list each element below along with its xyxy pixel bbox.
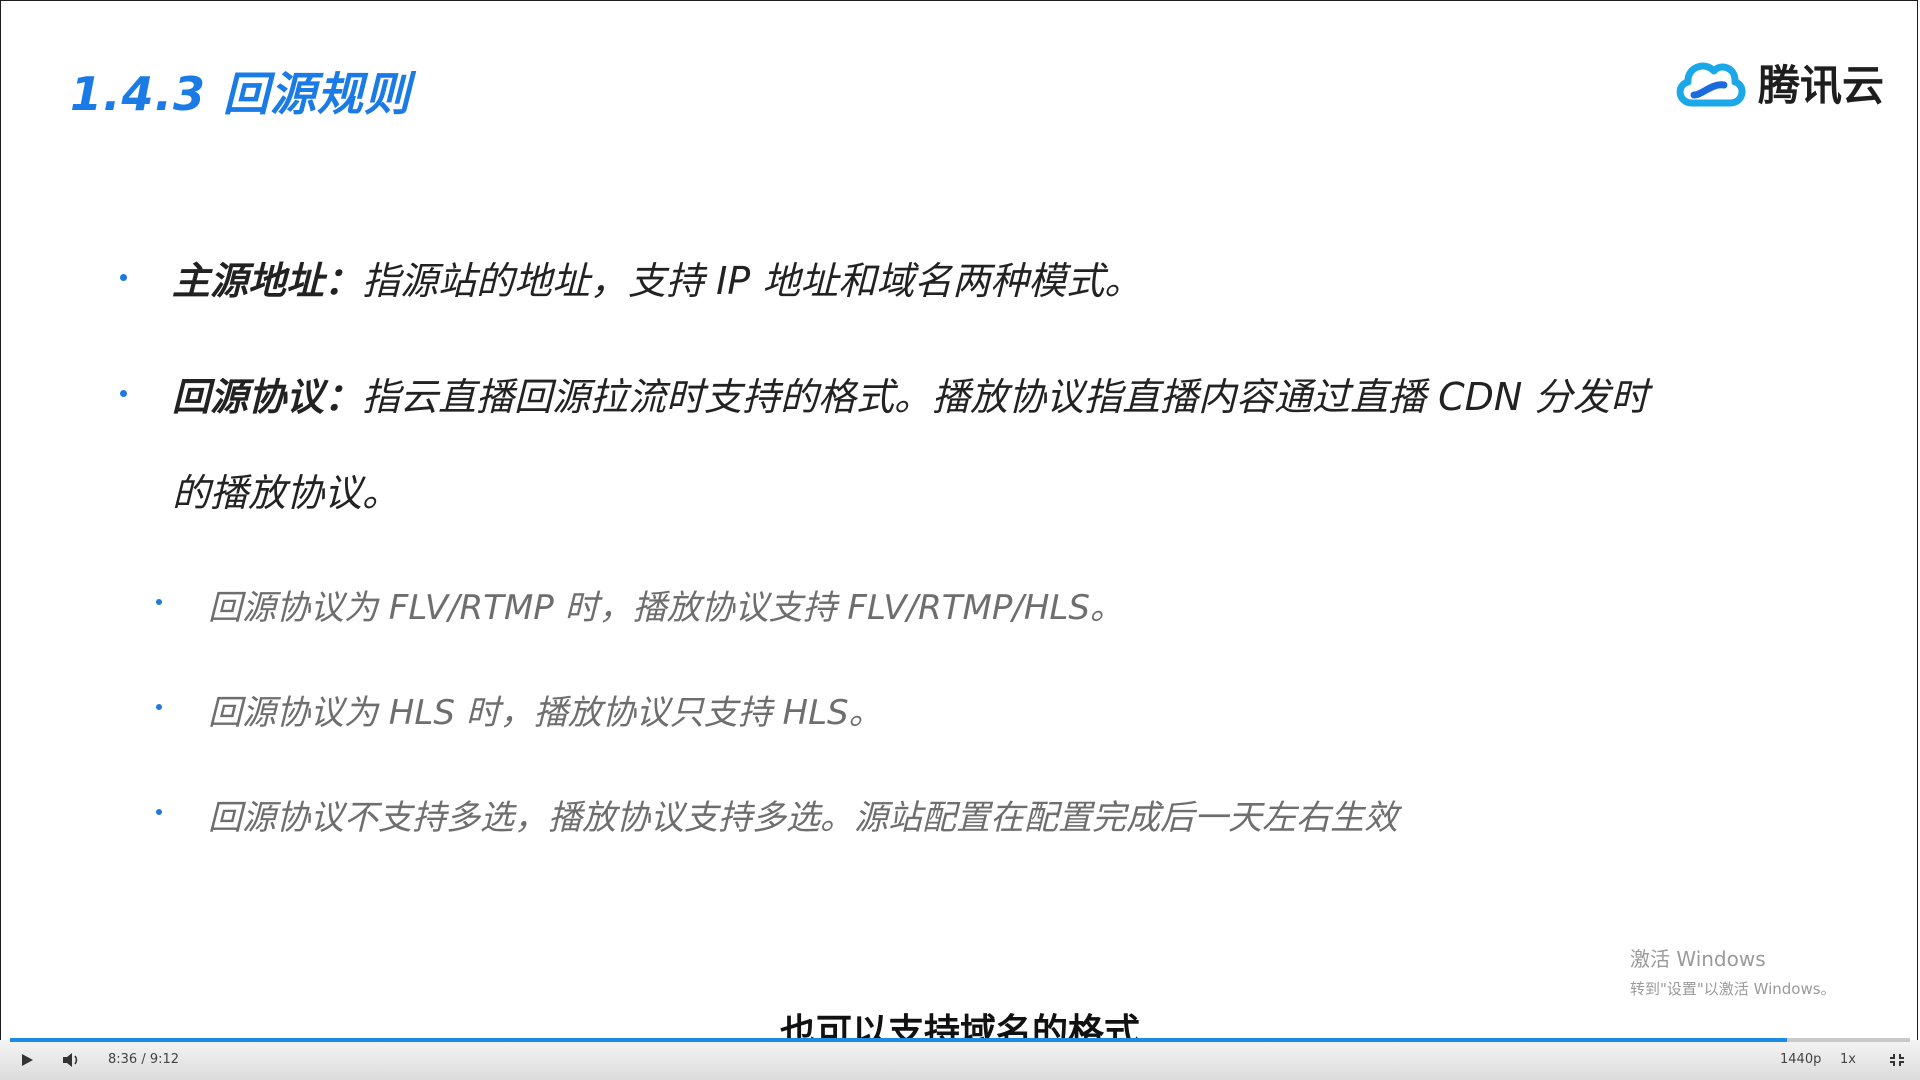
sub-bullet-item: 回源协议为 HLS 时，播放协议只支持 HLS。 — [208, 693, 883, 733]
watermark-subtitle: 转到"设置"以激活 Windows。 — [1630, 980, 1836, 998]
bullet-dot — [120, 274, 127, 281]
speed-selector[interactable]: 1x — [1840, 1052, 1856, 1067]
time-display: 8:36 / 9:12 — [108, 1052, 180, 1067]
quality-selector[interactable]: 1440p — [1780, 1052, 1821, 1067]
bullet-main-address: 主源地址：指源站的地址，支持 IP 地址和域名两种模式。 — [172, 250, 1142, 305]
sub-bullet-dot — [156, 809, 162, 815]
watermark-title: 激活 Windows — [1630, 947, 1766, 971]
bullet-term: 回源协议： — [172, 375, 363, 419]
video-frame — [0, 0, 1918, 1078]
bullet-term: 主源地址： — [172, 259, 363, 303]
sub-bullet-dot — [156, 599, 162, 605]
bullet-desc: 指云直播回源拉流时支持的格式。播放协议指直播内容通过直播 CDN 分发时 — [362, 375, 1649, 419]
play-icon[interactable] — [16, 1050, 38, 1070]
exit-fullscreen-icon[interactable] — [1886, 1050, 1908, 1070]
progress-fill — [10, 1038, 1787, 1042]
windows-activation-watermark: 激活 Windows 转到"设置"以激活 Windows。 — [1630, 943, 1836, 999]
sub-bullet-dot — [156, 704, 162, 710]
slide-title: 1.4.3 回源规则 — [70, 67, 411, 121]
tencent-cloud-logo: 腾讯云 — [1672, 52, 1884, 113]
video-caption: 也可以支持域名的格式 — [779, 1012, 1140, 1041]
sub-bullet-item: 回源协议为 FLV/RTMP 时，播放协议支持 FLV/RTMP/HLS。 — [208, 588, 1124, 628]
progress-bar[interactable] — [10, 1038, 1910, 1042]
bullet-dot — [120, 390, 127, 397]
bullet-desc-continued: 的播放协议。 — [172, 471, 401, 515]
player-control-bar — [0, 1040, 1920, 1080]
cloud-logo-icon — [1676, 62, 1746, 106]
bullet-desc: 指源站的地址，支持 IP 地址和域名两种模式。 — [362, 259, 1143, 303]
volume-icon[interactable] — [60, 1050, 82, 1070]
sub-bullet-item: 回源协议不支持多选，播放协议支持多选。源站配置在配置完成后一天左右生效 — [208, 798, 1398, 838]
logo-text: 腾讯云 — [1758, 61, 1885, 110]
bullet-origin-protocol: 回源协议：指云直播回源拉流时支持的格式。播放协议指直播内容通过直播 CDN 分发… — [172, 366, 1648, 421]
